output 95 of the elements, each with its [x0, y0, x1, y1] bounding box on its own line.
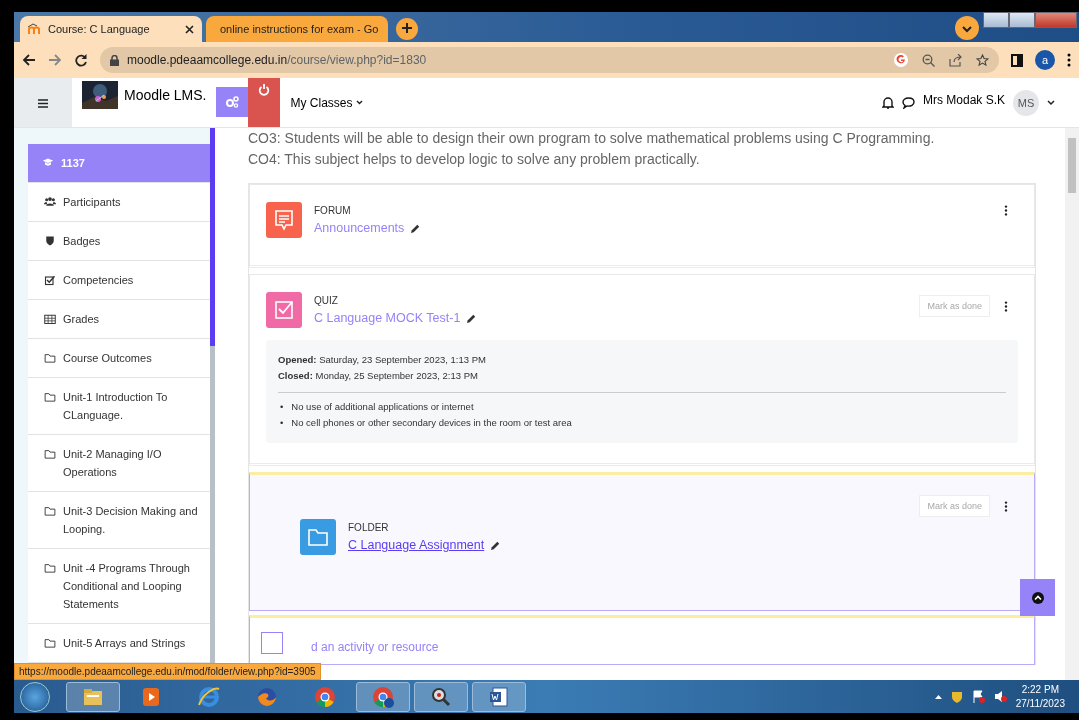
activity-type: QUIZ [314, 295, 339, 306]
pencil-icon[interactable] [490, 539, 502, 551]
user-name[interactable]: Mrs Modak S.K [922, 93, 1005, 107]
folder-icon [44, 391, 56, 403]
add-icon[interactable] [261, 632, 283, 654]
speech-bubble-icon [266, 202, 302, 238]
new-tab-button[interactable] [396, 18, 418, 40]
pencil-icon[interactable] [410, 222, 422, 234]
bell-icon[interactable] [881, 96, 894, 109]
speaker-muted-icon[interactable] [993, 690, 1007, 703]
rule-item: No cell phones or other secondary devices in the room or test area [291, 416, 572, 430]
plus-icon[interactable] [401, 22, 413, 34]
sidebar-item[interactable]: Grades [28, 300, 210, 339]
forward-icon[interactable] [48, 53, 62, 67]
status-url-tooltip: https://moodle.pdeaamcollege.edu.in/mod/folder/view.php?id=3905 [14, 663, 321, 680]
people-icon [44, 196, 56, 208]
site-name[interactable]: Moodle LMS. [124, 87, 207, 103]
checkbox-icon [44, 274, 56, 286]
sidebar-item[interactable]: Participants [28, 183, 210, 222]
settings-button[interactable] [216, 87, 249, 117]
folder-icon [44, 562, 56, 574]
chevron-down-icon[interactable] [962, 24, 972, 33]
table-icon [44, 313, 56, 325]
outcome-text: CO4: This subject helps to develop logic to solve any problem practically. [248, 150, 700, 169]
moodle-logo-icon [28, 23, 42, 35]
outcome-text: CO3: Students will be able to design their own program to solve mathematical problems using C Programming. [248, 129, 935, 148]
minimize-button[interactable] [983, 12, 1009, 28]
share-icon[interactable] [949, 53, 962, 67]
sidebar-item[interactable]: Unit-2 Managing I/O Operations [28, 435, 210, 492]
caret-icon[interactable] [934, 694, 942, 699]
star-icon[interactable] [976, 53, 989, 67]
folder-icon [44, 352, 56, 364]
checkbox-icon [266, 292, 302, 328]
close-icon[interactable] [185, 24, 194, 34]
more-icon[interactable] [1004, 205, 1008, 216]
user-avatar[interactable]: MS [1013, 89, 1039, 116]
scrollbar[interactable] [1065, 128, 1079, 680]
browser-tab[interactable]: online instructions for exam - Go [206, 16, 388, 42]
chevron-up-icon[interactable] [1031, 591, 1044, 604]
chrome-profile-icon[interactable] [371, 684, 395, 709]
side-panel-icon[interactable] [1011, 53, 1023, 67]
pencil-icon[interactable] [466, 312, 478, 324]
power-button[interactable] [248, 78, 281, 127]
lock-icon [110, 54, 119, 66]
caret-icon[interactable] [1047, 99, 1055, 106]
more-icon[interactable] [1004, 500, 1008, 512]
folder-icon [300, 519, 336, 555]
taskbar-button[interactable] [356, 681, 410, 712]
folder-icon [44, 637, 56, 649]
menu-icon[interactable] [38, 98, 48, 108]
sidebar-item[interactable]: Unit-5 Arrays and Strings [28, 624, 210, 663]
bullet: • [280, 400, 284, 414]
sidebar-item[interactable]: Unit-1 Introduction To CLanguage. [28, 378, 210, 435]
sidebar-item[interactable]: Unit-3 Decision Making and Looping. [28, 492, 210, 549]
shield-icon[interactable] [950, 690, 963, 703]
start-button[interactable] [20, 681, 50, 712]
more-icon[interactable] [1004, 300, 1008, 312]
tab-search-button[interactable] [955, 16, 979, 40]
maximize-button[interactable] [1009, 12, 1035, 28]
caret-icon[interactable] [355, 100, 363, 105]
globe-icon[interactable] [197, 684, 221, 709]
activity-link[interactable]: C Language Assignment [348, 538, 485, 552]
back-icon[interactable] [22, 53, 36, 67]
activity-type: FOLDER [348, 522, 390, 533]
sidebar-item[interactable]: Badges [28, 222, 210, 261]
reload-icon[interactable] [74, 53, 88, 67]
document-icon[interactable] [487, 684, 511, 709]
profile-avatar[interactable]: a [1035, 50, 1055, 70]
date-text: Closed: Monday, 25 September 2023, 2:13 PM [278, 369, 479, 383]
gears-icon[interactable] [225, 96, 240, 108]
activity-type: FORUM [314, 205, 352, 216]
chrome-icon[interactable] [313, 684, 337, 709]
bullet: • [280, 416, 284, 430]
back-to-top-button[interactable] [1020, 579, 1055, 616]
folder-icon [44, 448, 56, 460]
clock[interactable]: 2:22 PM 27/11/2023 [1015, 682, 1065, 711]
sidebar-item[interactable]: Unit -4 Programs Through Conditional and Looping Statements [28, 549, 210, 624]
taskbar-button[interactable] [472, 681, 526, 712]
my-classes-menu[interactable]: My Classes [290, 78, 363, 127]
google-logo-icon[interactable] [894, 53, 908, 67]
address-bar[interactable]: moodle.pdeaamcollege.edu.in/course/view.php?id=1830 [100, 47, 999, 73]
flag-icon[interactable] [971, 690, 985, 703]
power-icon[interactable] [258, 84, 271, 96]
sidebar-item[interactable]: Competencies [28, 261, 210, 300]
taskbar-button[interactable] [414, 681, 468, 712]
browser-tab[interactable]: Course: C Language [20, 16, 202, 42]
rule-item: No use of additional applications or internet [291, 400, 474, 414]
sidebar-item[interactable]: Course Outcomes [28, 339, 210, 378]
chat-icon[interactable] [901, 96, 915, 109]
zoom-out-icon[interactable] [922, 53, 935, 67]
date-text: Opened: Saturday, 23 September 2023, 1:13 PM [278, 353, 487, 367]
folder-icon [44, 505, 56, 517]
graduation-cap-icon [42, 157, 54, 169]
more-icon[interactable] [1067, 53, 1071, 67]
shield-icon [44, 235, 56, 247]
